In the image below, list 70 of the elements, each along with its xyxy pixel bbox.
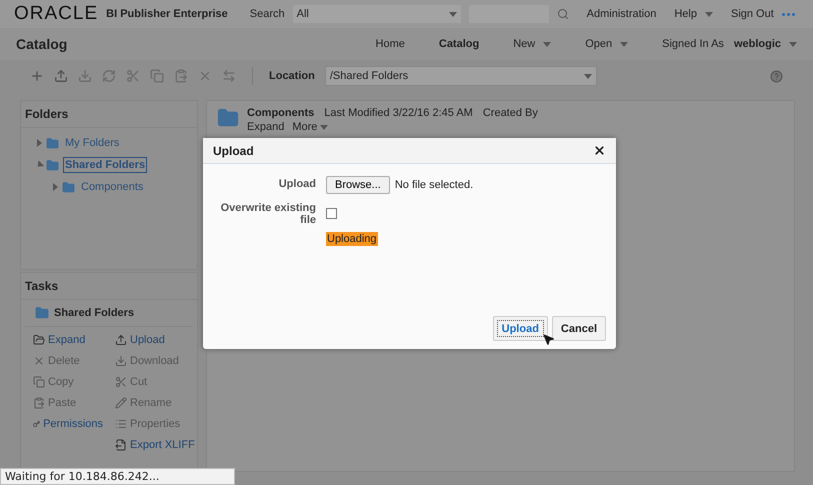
folder-icon: [46, 136, 59, 150]
close-icon[interactable]: [593, 144, 606, 157]
upload-task-icon: [115, 334, 127, 346]
item-name[interactable]: Components: [247, 107, 314, 119]
panel-title: Tasks: [21, 273, 197, 300]
product-name: BI Publisher Enterprise: [106, 8, 228, 20]
page-title: Catalog: [16, 36, 68, 52]
item-action-link[interactable]: More: [292, 121, 328, 133]
header-link[interactable]: Sign Out: [730, 8, 774, 20]
search-icon[interactable]: [556, 8, 569, 20]
dialog-button[interactable]: Cancel: [552, 316, 606, 341]
delete-task-icon: [33, 355, 45, 367]
export-task-icon: [115, 439, 127, 451]
task-folder-name: Shared Folders: [54, 307, 134, 319]
dialog-button[interactable]: Upload: [492, 316, 548, 341]
task-link[interactable]: Export XLIFF: [115, 438, 195, 452]
search-label: Search: [250, 8, 285, 20]
nav-link[interactable]: Catalog: [438, 38, 480, 50]
cursor-icon: [542, 333, 555, 346]
nav-link[interactable]: Open: [585, 38, 628, 50]
user-menu[interactable]: weblogic: [734, 38, 797, 50]
permissions-task-icon: [33, 418, 40, 430]
tree-item[interactable]: Shared Folders: [63, 157, 148, 173]
task-link[interactable]: Expand: [33, 333, 103, 347]
folder-icon: [46, 158, 59, 172]
item-action-link[interactable]: Expand: [247, 121, 284, 133]
location-label: Location: [269, 70, 315, 82]
item-modified: Last Modified 3/22/16 2:45 AM: [324, 107, 473, 119]
tree-item[interactable]: Components: [79, 179, 146, 195]
download-task-icon: [115, 355, 127, 367]
item-created: Created By: [482, 107, 538, 119]
dialog-title: Upload: [213, 144, 254, 158]
overwrite-checkbox[interactable]: [326, 208, 337, 218]
help-icon[interactable]: [770, 70, 783, 82]
toolbar-icon[interactable]: [78, 69, 92, 83]
field-label: Overwrite existing file: [220, 201, 316, 226]
panel-title: Folders: [21, 101, 197, 128]
nav-link[interactable]: Home: [376, 38, 405, 50]
header-link[interactable]: Help: [674, 8, 713, 20]
nav-link[interactable]: New: [513, 38, 552, 50]
toolbar-icon[interactable]: [30, 69, 44, 83]
signed-in-label: Signed In As: [662, 38, 724, 50]
file-status: No file selected.: [394, 179, 474, 191]
task-link[interactable]: Permissions: [33, 417, 103, 431]
copy-task-icon: [33, 376, 45, 388]
more-icon[interactable]: [782, 12, 795, 16]
toolbar-icon[interactable]: [102, 69, 116, 83]
folder-icon: [62, 180, 75, 194]
header-link[interactable]: Administration: [586, 8, 656, 20]
cut-task-icon: [115, 376, 127, 388]
paste-task-icon: [33, 397, 45, 409]
progress-indicator: Uploading: [326, 232, 378, 246]
folder-icon: [217, 107, 239, 129]
toolbar-icon[interactable]: [174, 69, 188, 83]
task-link[interactable]: Upload: [115, 333, 195, 347]
toolbar-icon[interactable]: [222, 69, 236, 83]
toolbar-icon[interactable]: [126, 69, 140, 83]
field-label: Upload: [278, 177, 316, 192]
tree-item[interactable]: My Folders: [63, 135, 122, 151]
location-field[interactable]: /Shared Folders: [324, 66, 597, 86]
browse-button[interactable]: Browse...: [326, 176, 390, 194]
status-bar: Waiting for 10.184.86.242...: [0, 468, 235, 485]
expand-task-icon: [33, 334, 45, 346]
folder-icon: [35, 306, 49, 320]
logo: ORACLE: [14, 3, 98, 25]
toolbar-icon[interactable]: [54, 69, 68, 83]
toolbar-icon[interactable]: [150, 69, 164, 83]
toolbar-icon[interactable]: [198, 69, 212, 83]
rename-task-icon: [115, 397, 127, 409]
search-scope-dropdown[interactable]: All: [292, 5, 461, 23]
